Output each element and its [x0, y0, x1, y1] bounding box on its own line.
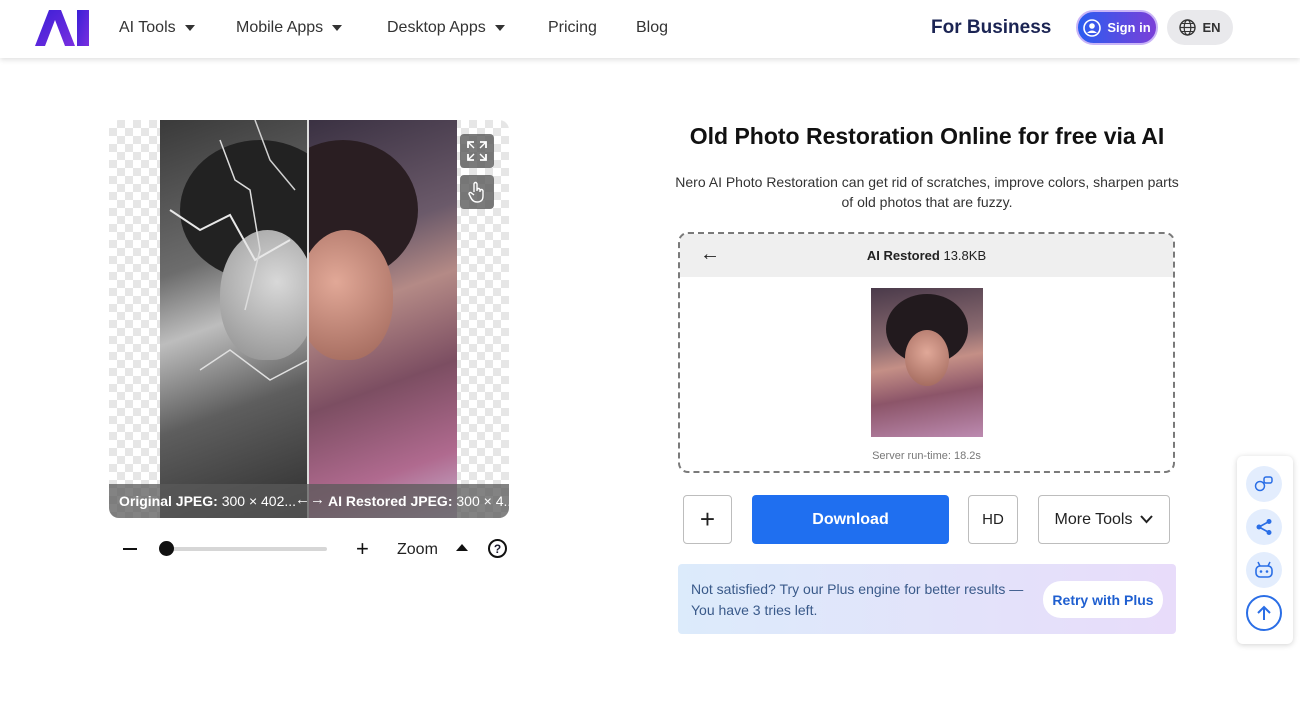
zoom-controls: + Zoom ?: [120, 536, 520, 562]
zoom-label[interactable]: Zoom: [397, 541, 438, 559]
compare-slider-handle[interactable]: [307, 120, 309, 518]
user-icon: [1083, 18, 1102, 37]
zoom-in-button[interactable]: +: [356, 538, 369, 560]
add-image-button[interactable]: +: [683, 495, 732, 544]
compare-arrow-icon: ←→: [295, 491, 325, 508]
nav-mobile-apps[interactable]: Mobile Apps: [236, 19, 343, 37]
floating-toolbar: [1237, 456, 1293, 644]
more-tools-label: More Tools: [1054, 510, 1133, 528]
zoom-out-button[interactable]: [123, 548, 137, 550]
download-button[interactable]: Download: [752, 495, 949, 544]
restored-caption: AI Restored JPEG: 300 × 4...: [328, 493, 509, 509]
zoom-slider-thumb[interactable]: [159, 541, 174, 556]
compare-caption-bar: Original JPEG: 300 × 402... ←→ AI Restor…: [109, 484, 509, 518]
hand-icon: [468, 181, 484, 203]
robot-icon: [1255, 561, 1273, 578]
nav-pricing-label: Pricing: [548, 19, 597, 36]
language-selector[interactable]: EN: [1167, 10, 1233, 45]
nav-mobile-apps-label: Mobile Apps: [236, 19, 324, 36]
result-header: ← AI Restored 13.8KB: [680, 234, 1173, 277]
scratch-lines: [169, 120, 308, 381]
original-caption-label: Original JPEG:: [119, 493, 218, 509]
help-icon[interactable]: ?: [488, 539, 507, 558]
pan-button[interactable]: [460, 175, 494, 209]
nav-pricing[interactable]: Pricing: [548, 19, 597, 37]
notice-text: Not satisfied? Try our Plus engine for b…: [691, 581, 1024, 618]
more-tools-button[interactable]: More Tools: [1038, 495, 1170, 544]
nav-ai-tools[interactable]: AI Tools: [119, 19, 195, 37]
restored-caption-label: AI Restored JPEG:: [328, 493, 453, 509]
chevron-down-icon: [1140, 515, 1154, 524]
result-panel: ← AI Restored 13.8KB Server run-time: 18…: [678, 232, 1175, 473]
share-button[interactable]: [1246, 509, 1282, 545]
nav-ai-tools-label: AI Tools: [119, 19, 176, 36]
sign-in-button[interactable]: Sign in: [1076, 10, 1158, 45]
chevron-down-icon: [494, 25, 505, 31]
feedback-button[interactable]: [1246, 466, 1282, 502]
page-subtitle: Nero AI Photo Restoration can get rid of…: [675, 174, 1179, 210]
restored-photo: [308, 120, 457, 518]
sign-in-label: Sign in: [1107, 20, 1151, 35]
result-title: AI Restored 13.8KB: [680, 248, 1173, 263]
original-caption: Original JPEG: 300 × 402...: [119, 493, 296, 509]
globe-icon: [1179, 19, 1197, 36]
chat-bubbles-icon: [1254, 476, 1273, 492]
nav-desktop-apps-label: Desktop Apps: [387, 19, 486, 36]
site-header: AI Tools Mobile Apps Desktop Apps Pricin…: [0, 0, 1300, 58]
restored-caption-dims: 300 × 4...: [456, 493, 509, 509]
chevron-down-icon: [184, 25, 195, 31]
share-icon: [1256, 519, 1272, 535]
language-label: EN: [1202, 20, 1221, 35]
fullscreen-button[interactable]: [460, 134, 494, 168]
result-size: 13.8KB: [943, 248, 987, 263]
original-caption-dims: 300 × 402...: [221, 493, 297, 509]
restored-thumbnail-face: [905, 330, 949, 386]
server-runtime: Server run-time: 18.2s: [872, 450, 981, 462]
plus-engine-notice: Not satisfied? Try our Plus engine for b…: [678, 564, 1176, 634]
nav-blog[interactable]: Blog: [636, 19, 668, 37]
chevron-down-icon: [332, 25, 343, 31]
restored-thumbnail: [871, 288, 983, 437]
retry-with-plus-button[interactable]: Retry with Plus: [1043, 581, 1163, 618]
ai-assistant-button[interactable]: [1246, 552, 1282, 588]
zoom-slider-track[interactable]: [163, 547, 327, 551]
nav-desktop-apps[interactable]: Desktop Apps: [387, 19, 505, 37]
result-label: AI Restored: [866, 248, 940, 263]
original-photo: [160, 120, 308, 518]
brand-logo[interactable]: [35, 10, 91, 46]
for-business-link[interactable]: For Business: [931, 17, 1051, 39]
scroll-to-top-button[interactable]: [1246, 595, 1282, 631]
expand-icon: [467, 141, 487, 161]
before-after-viewer[interactable]: Original JPEG: 300 × 402... ←→ AI Restor…: [109, 120, 509, 518]
page-title: Old Photo Restoration Online for free vi…: [689, 123, 1165, 149]
arrow-up-icon: [1257, 605, 1271, 620]
nav-blog-label: Blog: [636, 19, 669, 36]
chevron-up-icon[interactable]: [456, 544, 468, 551]
hd-button[interactable]: HD: [968, 495, 1018, 544]
